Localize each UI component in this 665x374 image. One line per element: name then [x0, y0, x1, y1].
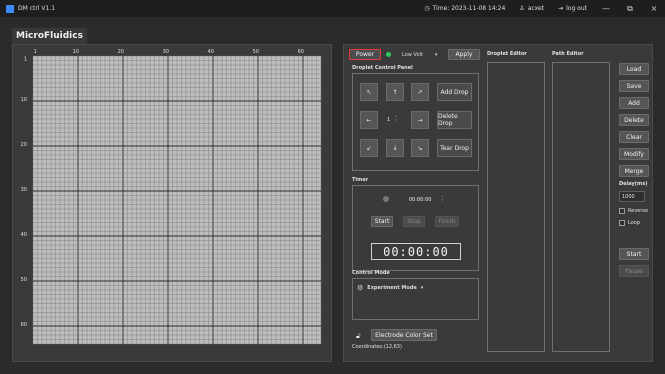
power-status-led	[386, 52, 391, 57]
add-drop-button[interactable]: Add Drop	[437, 83, 472, 101]
user-icon: ♙	[519, 5, 525, 12]
move-up-left-button[interactable]: ↖	[360, 83, 378, 101]
path-editor-title: Path Editor	[552, 51, 584, 57]
chevron-down-icon: ▾	[420, 285, 424, 291]
load-button[interactable]: Load	[619, 63, 649, 75]
logout-label: log out	[566, 5, 587, 12]
timer-title: Timer	[352, 177, 369, 183]
loop-checkbox[interactable]: Loop	[619, 220, 640, 226]
droplet-panel-title: Droplet Control Panel	[352, 65, 413, 71]
move-down-right-button[interactable]: ↘	[411, 139, 429, 157]
time-text: Time: 2023-11-08 14:24	[432, 5, 506, 12]
grid-col-label: 20	[118, 49, 124, 55]
lock-icon[interactable]: 🔓︎	[356, 332, 361, 341]
coordinates-readout: Coordinates:(12,63)	[352, 344, 402, 350]
grid-col-label: 30	[163, 49, 169, 55]
title-bar: DM ctrl V1.1 ◷ Time: 2023-11-08 14:24 ♙ …	[0, 0, 665, 17]
grid-row-label: 50	[21, 277, 27, 283]
tab-microfluidics[interactable]: MicroFluidics	[12, 28, 87, 44]
electrode-color-set-button[interactable]: Electrode Color Set	[371, 329, 437, 341]
droplet-control-box: ↖ ↑ ↗ Add Drop ← 1 ˄ ˅ → Delete Drop ↙ ↓ …	[352, 73, 479, 171]
logout-button[interactable]: ⇥ log out	[558, 5, 587, 12]
path-start-button[interactable]: Start	[619, 248, 649, 260]
grid-col-label: 40	[208, 49, 214, 55]
timer-time-edit[interactable]: 00:00:00 ˄ ˅	[409, 196, 443, 204]
loop-checkbox-box[interactable]	[619, 220, 625, 226]
loop-label: Loop	[628, 220, 640, 226]
timer-stop-button[interactable]: Stop	[403, 216, 425, 227]
chevron-down-icon: ▾	[434, 52, 438, 58]
delay-input[interactable]: 1000	[619, 191, 645, 202]
delete-button[interactable]: Delete	[619, 114, 649, 126]
move-right-button[interactable]: →	[411, 111, 429, 129]
modify-button[interactable]: Modify	[619, 148, 649, 160]
grid-row-label: 40	[21, 232, 27, 238]
reverse-checkbox[interactable]: Reverse	[619, 208, 648, 214]
window-title: DM ctrl V1.1	[18, 5, 56, 12]
control-mode-box: ⚙ Experiment Mode ▾	[352, 278, 479, 320]
delete-drop-button[interactable]: Delete Drop	[437, 111, 472, 129]
grid-col-label: 10	[73, 49, 79, 55]
move-left-button[interactable]: ←	[360, 111, 378, 129]
grid-col-label: 50	[253, 49, 259, 55]
reverse-checkbox-box[interactable]	[619, 208, 625, 214]
volt-select[interactable]: Low Volt ▾	[402, 52, 437, 58]
timer-time-value: 00:00:00	[409, 197, 432, 203]
control-mode-value: Experiment Mode	[367, 285, 417, 291]
path-editor-list[interactable]	[552, 62, 610, 352]
move-up-right-button[interactable]: ↗	[411, 83, 429, 101]
delay-label: Delay(ms)	[619, 181, 648, 187]
power-button[interactable]: Power	[349, 49, 381, 60]
move-down-left-button[interactable]: ↙	[360, 139, 378, 157]
settings-icon: ⚙	[357, 284, 364, 292]
electrode-grid[interactable]: 1 10 20 30 40 50 60 1 10 20 30 40 50 60	[13, 45, 333, 363]
droplet-editor-list[interactable]	[487, 62, 545, 352]
logout-icon: ⇥	[558, 5, 564, 12]
move-up-button[interactable]: ↑	[386, 83, 404, 101]
electrode-grid-panel: 1 10 20 30 40 50 60 1 10 20 30 40 50 60	[12, 44, 332, 362]
clock-display: ◷ Time: 2023-11-08 14:24	[424, 5, 505, 12]
step-stepper[interactable]: 1 ˄ ˅	[387, 116, 397, 124]
timer-finish-button[interactable]: Finish	[435, 216, 459, 227]
clock-icon: ◷	[424, 5, 430, 12]
minimize-button[interactable]: —	[601, 4, 611, 13]
grid-col-label: 60	[298, 49, 304, 55]
volt-select-value: Low Volt	[402, 52, 423, 58]
timer-start-button[interactable]: Start	[371, 216, 393, 227]
add-button[interactable]: Add	[619, 97, 649, 109]
grid-row-label: 30	[21, 187, 27, 193]
close-button[interactable]: ×	[649, 4, 659, 13]
apply-button[interactable]: Apply	[448, 49, 480, 60]
timer-display: 00:00:00	[371, 243, 461, 260]
timer-stepper-icon[interactable]: ˄ ˅	[441, 196, 443, 204]
app-logo-icon	[6, 4, 14, 13]
save-button[interactable]: Save	[619, 80, 649, 92]
clear-button[interactable]: Clear	[619, 131, 649, 143]
maximize-button[interactable]: ⧉	[625, 4, 635, 14]
control-panel: Power Low Volt ▾ Apply Droplet Control P…	[343, 44, 653, 362]
timer-indicator-icon	[383, 196, 389, 202]
timer-box: 00:00:00 ˄ ˅ Start Stop Finish 00:00:00	[352, 185, 479, 271]
step-value: 1	[387, 117, 391, 123]
grid-row-label: 10	[21, 97, 27, 103]
merge-button[interactable]: Merge	[619, 165, 649, 177]
move-down-button[interactable]: ↓	[386, 139, 404, 157]
grid-row-label: 60	[21, 322, 27, 328]
tear-drop-button[interactable]: Tear Drop	[437, 139, 472, 157]
user-name: acxet	[527, 5, 545, 12]
reverse-label: Reverse	[628, 208, 649, 214]
path-pause-button[interactable]: Pause	[619, 265, 649, 277]
control-mode-title: Control Mode	[352, 270, 390, 276]
control-mode-select[interactable]: ⚙ Experiment Mode ▾	[357, 284, 423, 292]
droplet-editor-title: Droplet Editor	[487, 51, 527, 57]
grid-row-label: 20	[21, 142, 27, 148]
grid-col-label: 1	[34, 49, 37, 55]
user-display: ♙ acxet	[519, 5, 544, 12]
stepper-arrows-icon[interactable]: ˄ ˅	[395, 116, 397, 124]
grid-row-label: 1	[24, 56, 27, 62]
